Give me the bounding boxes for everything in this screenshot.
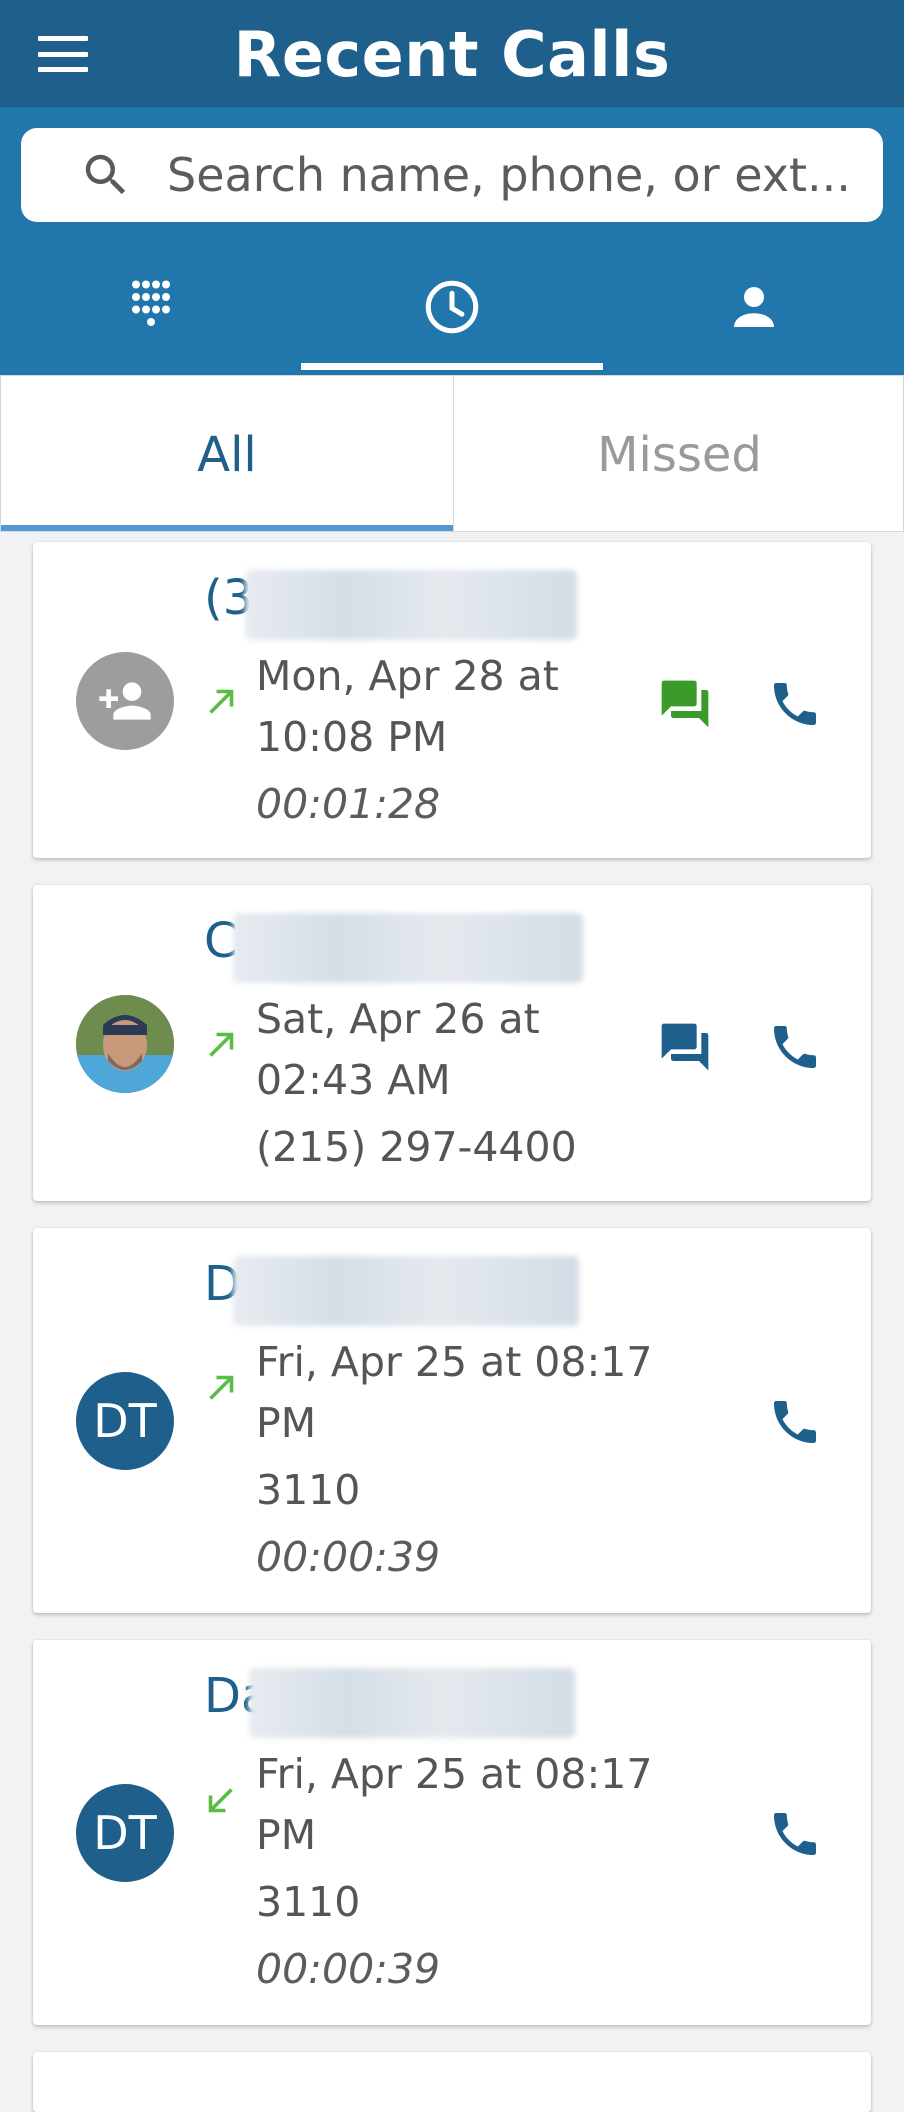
outgoing-call-arrow-icon [209,1375,234,1400]
page-title: Recent Calls [233,18,671,91]
phone-number: (215) 297-4400 [256,1123,577,1171]
filter-tab-indicator [1,525,453,531]
call-date: Sat, Apr 26 at [256,995,540,1043]
add-contact-avatar[interactable] [76,652,174,750]
message-button[interactable] [653,1015,717,1079]
redacted-name [245,570,577,640]
avatar-initials: DT [76,1372,174,1470]
call-card[interactable] [33,2052,871,2112]
call-card[interactable]: C Sat, Apr 26 at 02:43 AM (215) 297-4400 [33,885,871,1201]
contact-photo [76,995,174,1093]
call-duration: 00:01:28 [256,780,441,828]
extension: 3110 [256,1466,361,1514]
call-time: PM [256,1811,317,1859]
phone-icon [774,1813,816,1855]
dialpad-icon [131,280,170,326]
message-button[interactable] [653,672,717,736]
call-card[interactable]: Da DT Fri, Apr 25 at 08:17 PM 3110 00:00… [33,1640,871,2025]
call-filter-tabs: All Missed [0,375,904,533]
header-band [0,107,904,375]
redacted-name [249,1668,575,1738]
tab-recent-calls[interactable] [301,242,602,372]
call-time: 02:43 AM [256,1056,451,1104]
incoming-call-arrow-icon [208,1788,233,1813]
extension: 3110 [256,1878,361,1926]
call-duration: 00:00:39 [256,1533,441,1581]
phone-icon [774,683,816,725]
call-button[interactable] [763,1390,827,1454]
call-date: Fri, Apr 25 at 08:17 [256,1750,653,1798]
call-button[interactable] [763,1015,827,1079]
tab-dialpad[interactable] [0,242,301,372]
avatar [76,995,174,1093]
call-date: Fri, Apr 25 at 08:17 [256,1338,653,1386]
search-input[interactable] [167,136,857,214]
call-button[interactable] [763,672,827,736]
phone-icon [774,1401,816,1443]
outgoing-call-arrow-icon [209,1032,234,1057]
call-duration: 00:00:39 [256,1945,441,1993]
tab-missed[interactable]: Missed [453,376,904,533]
top-app-bar: Recent Calls [0,0,904,107]
clock-icon [425,280,478,334]
call-card[interactable]: (3 Mon, Apr 28 at 10:08 PM 00:01:28 [33,542,871,858]
outgoing-call-arrow-icon [209,689,234,714]
call-time: 10:08 PM [256,713,448,761]
tab-contacts[interactable] [603,242,904,372]
person-icon [733,287,774,327]
call-time: PM [256,1399,317,1447]
call-card[interactable]: D DT Fri, Apr 25 at 08:17 PM 3110 00:00:… [33,1228,871,1613]
call-button[interactable] [763,1802,827,1866]
redacted-name [233,1256,579,1326]
call-date: Mon, Apr 28 at [256,652,559,700]
chat-icon [661,1023,709,1071]
avatar-initials: DT [76,1784,174,1882]
chat-icon [661,680,709,728]
tab-all[interactable]: All [1,376,453,533]
active-tab-indicator [301,363,603,370]
search-box[interactable] [21,128,883,222]
search-icon [85,154,126,195]
add-person-icon [99,682,151,720]
redacted-name [233,913,583,983]
phone-icon [774,1026,816,1068]
